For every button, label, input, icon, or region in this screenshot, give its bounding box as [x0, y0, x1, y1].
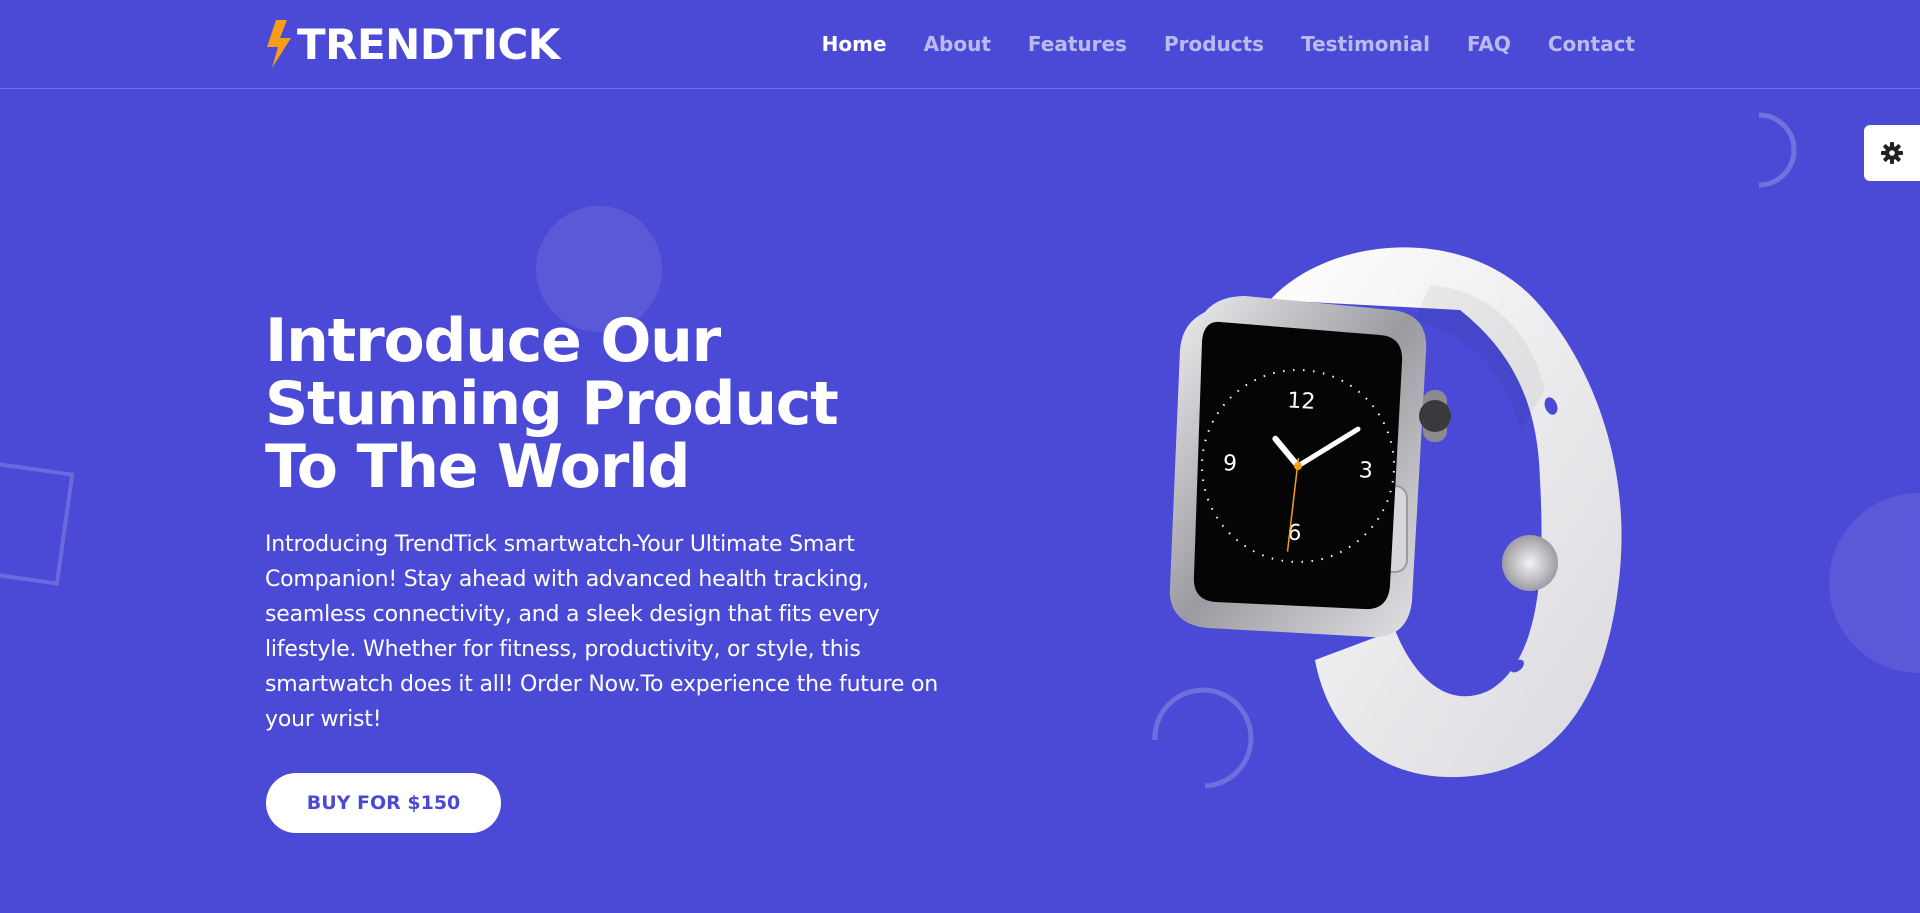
buy-button[interactable]: BUY FOR $150: [266, 773, 501, 833]
watch-numeral-9: 9: [1222, 451, 1237, 477]
decorative-arc: [1758, 112, 1797, 188]
nav-item-contact[interactable]: Contact: [1548, 32, 1635, 56]
watch-numeral-3: 3: [1358, 458, 1373, 484]
hero-title: Introduce Our Stunning Product To The Wo…: [265, 310, 985, 499]
brand-name: TRENDTICK: [297, 19, 560, 69]
hero-title-line: To The World: [265, 432, 690, 502]
decorative-square: [0, 460, 75, 586]
lightning-bolt-icon: [267, 20, 291, 68]
hero-title-line: Introduce Our: [265, 306, 721, 376]
site-header: TRENDTICK Home About Features Products T…: [0, 0, 1920, 89]
nav-item-faq[interactable]: FAQ: [1467, 32, 1511, 56]
nav-item-products[interactable]: Products: [1164, 32, 1264, 56]
watch-numeral-12: 12: [1287, 388, 1316, 414]
hero-description: Introducing TrendTick smartwatch-Your Ul…: [265, 532, 938, 732]
main-nav: Home About Features Products Testimonial…: [822, 0, 1635, 88]
nav-item-testimonial[interactable]: Testimonial: [1301, 32, 1430, 56]
nav-item-home[interactable]: Home: [822, 32, 887, 56]
hero-title-line: Stunning Product: [265, 369, 839, 439]
nav-item-about[interactable]: About: [924, 32, 991, 56]
nav-item-features[interactable]: Features: [1028, 32, 1127, 56]
smartwatch-image: 12 3 6 9: [1169, 247, 1622, 778]
brand-logo[interactable]: TRENDTICK: [265, 18, 560, 70]
decorative-circle: [1829, 493, 1920, 673]
gear-icon: [1881, 142, 1903, 164]
settings-button[interactable]: [1864, 125, 1920, 181]
page: TRENDTICK Home About Features Products T…: [0, 0, 1920, 913]
